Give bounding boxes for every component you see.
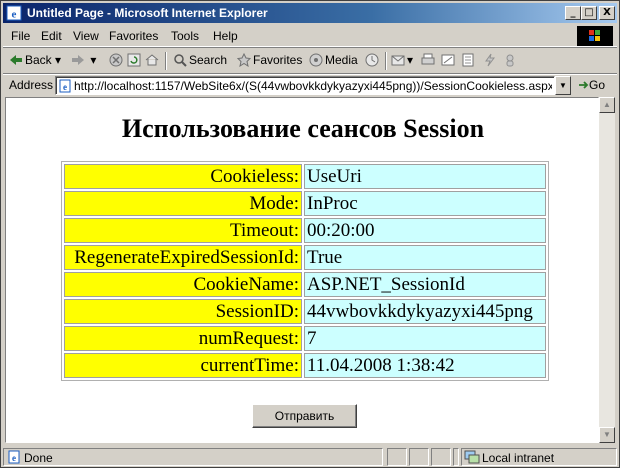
back-arrow-icon — [10, 55, 22, 65]
submit-button[interactable]: Отправить — [252, 404, 357, 428]
session-properties-table: Cookieless: UseUri Mode: InProc Timeout:… — [61, 161, 549, 381]
property-name: Cookieless: — [64, 164, 302, 189]
property-value: ASP.NET_SessionId — [304, 272, 546, 297]
scroll-up-icon[interactable]: ▲ — [599, 97, 615, 113]
close-button[interactable]: X — [599, 6, 615, 20]
property-value: True — [304, 245, 546, 270]
zone-text: Local intranet — [482, 451, 555, 465]
favorites-button[interactable]: Favorites — [237, 53, 302, 67]
media-label: Media — [325, 53, 358, 67]
table-row: CookieName: ASP.NET_SessionId — [64, 272, 546, 297]
window-title: Untitled Page - Microsoft Internet Explo… — [27, 6, 268, 20]
research-icon[interactable] — [483, 53, 497, 67]
address-dropdown-icon[interactable]: ▼ — [555, 76, 571, 95]
toolbar-separator — [165, 52, 167, 70]
page-content: Использование сеансов Session Cookieless… — [5, 97, 599, 443]
print-icon[interactable] — [421, 53, 435, 67]
status-zone-cell: Local intranet — [461, 448, 617, 466]
mail-button[interactable]: ▾ — [391, 53, 413, 67]
refresh-icon[interactable] — [127, 53, 141, 67]
address-field[interactable]: e http://localhost:1157/WebSite6x/(S(44v… — [55, 76, 555, 95]
address-bar: Address e http://localhost:1157/WebSite6… — [3, 73, 617, 95]
maximize-button[interactable]: □ — [581, 6, 597, 20]
internet-explorer-icon: e — [6, 5, 22, 21]
property-value: InProc — [304, 191, 546, 216]
search-label: Search — [189, 53, 228, 67]
toolbar-separator — [385, 52, 387, 70]
status-main-cell: e Done — [3, 448, 383, 466]
page-icon: e — [59, 79, 71, 93]
ie-window: e Untitled Page - Microsoft Internet Exp… — [0, 0, 620, 468]
toolbar: Back ▾ ▾ Search Favorites Media ▾ — [3, 49, 617, 73]
property-name: Mode: — [64, 191, 302, 216]
back-label: Back — [25, 53, 52, 67]
property-name: numRequest: — [64, 326, 302, 351]
status-bar: e Done Local intranet — [3, 447, 617, 467]
svg-text:e: e — [12, 453, 16, 463]
property-value: 7 — [304, 326, 546, 351]
search-icon — [174, 54, 187, 67]
menu-favorites[interactable]: Favorites — [109, 29, 158, 43]
windows-logo-icon — [577, 26, 613, 46]
property-value: UseUri — [304, 164, 546, 189]
edit-icon[interactable] — [441, 53, 455, 67]
property-name: CookieName: — [64, 272, 302, 297]
title-bar[interactable]: e Untitled Page - Microsoft Internet Exp… — [3, 3, 617, 23]
discuss-icon[interactable] — [461, 53, 475, 67]
page-done-icon: e — [8, 450, 20, 464]
forward-button[interactable]: ▾ — [71, 53, 96, 67]
page-heading: Использование сеансов Session — [121, 114, 485, 143]
property-value: 11.04.2008 1:38:42 — [304, 353, 546, 378]
vertical-scrollbar[interactable]: ▲ ▼ — [599, 97, 615, 443]
table-row: numRequest: 7 — [64, 326, 546, 351]
menu-help[interactable]: Help — [213, 29, 238, 43]
go-arrow-icon — [579, 81, 589, 89]
property-name: currentTime: — [64, 353, 302, 378]
property-name: RegenerateExpiredSessionId: — [64, 245, 302, 270]
menu-edit[interactable]: Edit — [41, 29, 62, 43]
history-icon[interactable] — [365, 53, 379, 67]
search-button[interactable]: Search — [173, 53, 227, 67]
table-row: Cookieless: UseUri — [64, 164, 546, 189]
favorites-label: Favorites — [253, 53, 303, 67]
stop-icon[interactable] — [109, 53, 123, 67]
back-button[interactable]: Back ▾ — [9, 53, 61, 67]
property-value: 00:20:00 — [304, 218, 546, 243]
local-intranet-icon — [464, 450, 480, 464]
table-row: RegenerateExpiredSessionId: True — [64, 245, 546, 270]
table-row: Timeout: 00:20:00 — [64, 218, 546, 243]
table-row: Mode: InProc — [64, 191, 546, 216]
status-cell — [431, 448, 451, 466]
table-row: currentTime: 11.04.2008 1:38:42 — [64, 353, 546, 378]
svg-text:e: e — [12, 9, 17, 21]
status-cell — [409, 448, 429, 466]
status-text: Done — [24, 451, 53, 465]
favorites-star-icon — [237, 53, 251, 67]
property-value: 44vwbovkkdykyazyxi445png — [304, 299, 546, 324]
scroll-down-icon[interactable]: ▼ — [599, 427, 615, 443]
status-cell — [453, 448, 459, 466]
property-name: Timeout: — [64, 218, 302, 243]
address-label: Address — [9, 78, 54, 92]
media-button[interactable]: Media — [309, 53, 358, 67]
media-icon — [309, 53, 323, 67]
menu-file[interactable]: File — [11, 29, 30, 43]
menu-bar: File Edit View Favorites Tools Help — [3, 25, 617, 47]
go-button[interactable]: Go — [577, 78, 605, 92]
forward-arrow-icon — [72, 55, 84, 65]
address-url: http://localhost:1157/WebSite6x/(S(44vwb… — [74, 79, 552, 93]
table-row: SessionID: 44vwbovkkdykyazyxi445png — [64, 299, 546, 324]
home-icon[interactable] — [145, 53, 159, 67]
property-name: SessionID: — [64, 299, 302, 324]
menu-tools[interactable]: Tools — [171, 29, 199, 43]
status-cell — [387, 448, 407, 466]
messenger-icon[interactable] — [503, 53, 517, 67]
mail-icon — [391, 55, 405, 66]
minimize-button[interactable]: _ — [565, 6, 581, 20]
menu-view[interactable]: View — [73, 29, 99, 43]
go-label: Go — [589, 78, 606, 92]
svg-text:e: e — [63, 82, 67, 92]
